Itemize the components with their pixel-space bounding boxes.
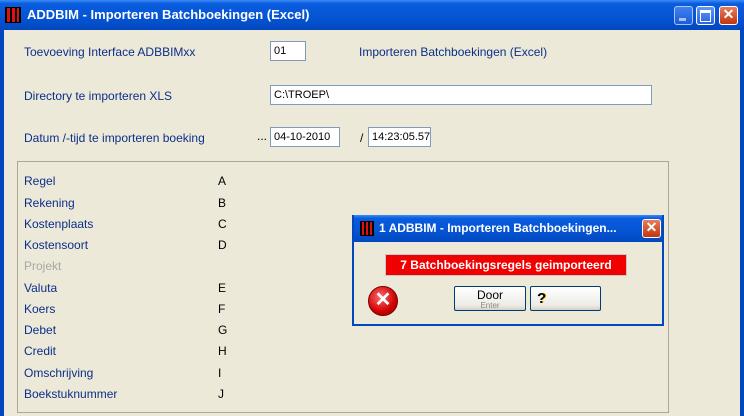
- directory-field[interactable]: C:\TROEP\: [270, 85, 652, 105]
- dialog-close-button[interactable]: ✕: [642, 219, 661, 238]
- import-message: 7 Batchboekingsregels geimporteerd: [385, 254, 627, 276]
- interface-description: Importeren Batchboekingen (Excel): [359, 45, 548, 59]
- mapping-column: B: [218, 196, 227, 210]
- minimize-button[interactable]: [674, 6, 693, 25]
- mapping-label: Kostenplaats: [24, 217, 94, 231]
- datetime-lookup-dots[interactable]: ...: [257, 129, 267, 143]
- maximize-button[interactable]: [696, 6, 715, 25]
- window-border-right: [740, 30, 744, 416]
- window-title: ADDBIM - Importeren Batchboekingen (Exce…: [27, 7, 310, 22]
- time-field[interactable]: 14:23:05.57: [368, 127, 431, 147]
- help-button[interactable]: ?: [530, 286, 601, 311]
- import-result-dialog: 1 ADBBIM - Importeren Batchboekingen... …: [352, 215, 664, 326]
- door-button-hint: Enter: [480, 301, 500, 310]
- help-icon: ?: [537, 290, 547, 307]
- close-button[interactable]: ✕: [719, 6, 738, 25]
- directory-label: Directory te importeren XLS: [24, 89, 173, 103]
- mapping-column: I: [218, 366, 222, 380]
- mapping-label: Credit: [24, 344, 57, 358]
- mapping-label: Kostensoort: [24, 238, 89, 252]
- mapping-column: G: [218, 323, 228, 337]
- mapping-label: Valuta: [24, 281, 58, 295]
- mapping-column: C: [218, 217, 227, 231]
- mapping-label: Boekstuknummer: [24, 387, 118, 401]
- datetime-separator: /: [360, 131, 364, 145]
- interface-field[interactable]: 01: [270, 41, 306, 61]
- mapping-label: Debet: [24, 323, 57, 337]
- mapping-column: A: [218, 174, 227, 188]
- mapping-column: E: [218, 281, 227, 295]
- mapping-column: D: [218, 238, 227, 252]
- mapping-column: H: [218, 344, 227, 358]
- minimize-icon: [679, 18, 686, 21]
- mapping-label: Koers: [24, 302, 56, 316]
- app-icon[interactable]: [5, 7, 21, 23]
- mapping-label-disabled: Projekt: [24, 259, 62, 273]
- mapping-label: Rekening: [24, 196, 75, 210]
- door-button[interactable]: Door Enter: [454, 286, 526, 311]
- dialog-titlebar[interactable]: 1 ADBBIM - Importeren Batchboekingen... …: [354, 215, 662, 242]
- close-icon: ✕: [645, 219, 658, 235]
- window-border-left: [0, 30, 4, 416]
- door-button-label: Door: [476, 288, 503, 302]
- dialog-title: 1 ADBBIM - Importeren Batchboekingen...: [379, 221, 617, 235]
- window-titlebar[interactable]: ADDBIM - Importeren Batchboekingen (Exce…: [0, 0, 744, 30]
- datetime-label: Datum /-tijd te importeren boeking: [24, 131, 205, 145]
- date-field[interactable]: 04-10-2010: [270, 127, 340, 147]
- close-icon: ✕: [722, 6, 735, 22]
- mapping-column: J: [218, 387, 224, 401]
- error-icon: ✕: [368, 286, 398, 316]
- interface-label: Toevoeving Interface ADBBIMxx: [24, 45, 196, 59]
- mapping-label: Regel: [24, 174, 56, 188]
- mapping-column: F: [218, 302, 226, 316]
- dialog-app-icon: [360, 221, 374, 236]
- mapping-label: Omschrijving: [24, 366, 94, 380]
- maximize-icon: [700, 10, 711, 22]
